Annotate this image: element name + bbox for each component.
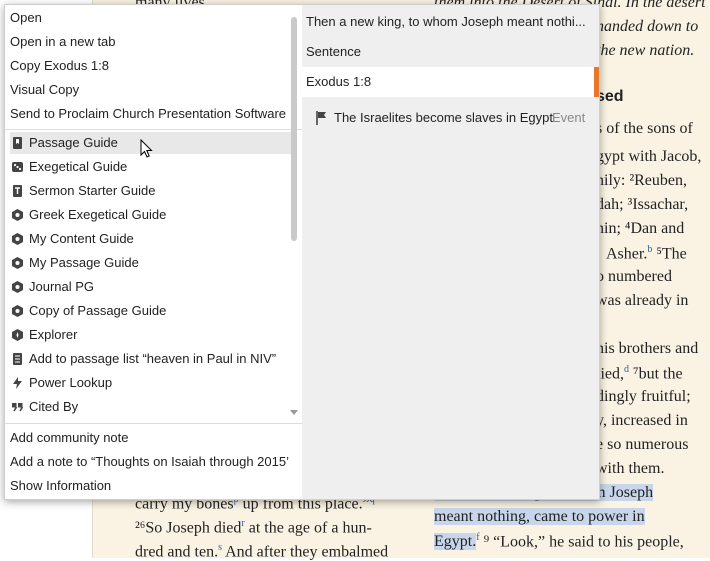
guide-hex-icon	[12, 257, 23, 269]
highlighted-verse-line[interactable]: meant nothing, came to power in	[434, 508, 645, 526]
quote-icon	[12, 403, 23, 412]
menu-item-show-information[interactable]: Show Information	[10, 475, 294, 497]
mouse-cursor-icon	[140, 139, 153, 158]
guide-hex-icon	[12, 209, 23, 221]
menu-left-column: Open Open in a new tab Copy Exodus 1:8 V…	[5, 5, 302, 499]
text-line: gypt with Jacob,	[596, 148, 702, 165]
menu-item-exegetical-guide[interactable]: Exegetical Guide	[10, 156, 294, 178]
menu-item-send-to-proclaim[interactable]: Send to Proclaim Church Presentation Sof…	[10, 103, 294, 125]
sentence-option[interactable]: Sentence	[302, 37, 599, 67]
menu-item-my-content-guide[interactable]: My Content Guide	[10, 228, 294, 250]
menu-item-visual-copy[interactable]: Visual Copy	[10, 79, 294, 101]
menu-item-journal-pg[interactable]: Journal PG	[10, 276, 294, 298]
menu-item-add-community-note[interactable]: Add community note	[10, 427, 294, 449]
sermon-icon	[13, 185, 22, 197]
text-line: y, increased in	[596, 412, 688, 429]
text-line: the new nation.	[596, 42, 695, 59]
menu-item-greek-exegetical-guide[interactable]: Greek Exegetical Guide	[10, 204, 294, 226]
menu-divider	[5, 423, 302, 424]
lightning-icon	[13, 377, 22, 389]
flag-icon	[316, 111, 326, 125]
menu-item-cited-by[interactable]: Cited By	[10, 396, 294, 418]
text-line: o numbered	[596, 268, 672, 285]
section-heading: sed	[596, 88, 624, 105]
scroll-down-arrow-icon[interactable]	[290, 410, 298, 415]
text-line: s of the sons of	[596, 120, 693, 137]
menu-item-add-to-passage-list[interactable]: Add to passage list “heaven in Paul in N…	[10, 348, 294, 370]
menu-item-copy-of-passage-guide[interactable]: Copy of Passage Guide	[10, 300, 294, 322]
list-icon	[13, 353, 22, 365]
menu-item-open-new-tab[interactable]: Open in a new tab	[10, 31, 294, 53]
selection-indicator	[594, 67, 599, 97]
menu-item-copy-reference[interactable]: Copy Exodus 1:8	[10, 55, 294, 77]
text-line: his brothers and	[596, 340, 699, 357]
menu-divider	[5, 129, 302, 130]
context-menu: Open Open in a new tab Copy Exodus 1:8 V…	[4, 4, 600, 500]
text-line: was already in	[596, 292, 689, 309]
text-line: handed down to	[596, 18, 699, 35]
reference-option-selected[interactable]: Exodus 1:8	[302, 67, 599, 97]
text-line: with them.	[596, 460, 665, 477]
menu-item-explorer[interactable]: Explorer	[10, 324, 294, 346]
bookmark-icon	[13, 137, 22, 149]
guide-hex-icon	[12, 281, 23, 293]
guide-hex-icon	[12, 305, 23, 317]
guide-hex-icon	[12, 233, 23, 245]
text-line: lied,d ⁷but the	[596, 364, 683, 383]
selection-text-option[interactable]: Then a new king, to whom Joseph meant no…	[302, 7, 599, 37]
text-line: dingly fruitful;	[596, 388, 691, 405]
text-line: nin; ⁴Dan and	[596, 220, 685, 237]
event-tag: Event	[552, 110, 586, 125]
menu-item-my-passage-guide[interactable]: My Passage Guide	[10, 252, 294, 274]
menu-right-column: Then a new king, to whom Joseph meant no…	[302, 5, 599, 499]
text-line: nily: ²Reuben,	[596, 172, 688, 189]
menu-scrollbar[interactable]	[291, 17, 297, 241]
menu-item-open[interactable]: Open	[10, 7, 294, 29]
text-line: dred and ten.s And after they embalmed	[135, 542, 389, 561]
text-line: e so numerous	[596, 436, 689, 453]
highlighted-verse-line[interactable]: Egypt.f ⁹ “Look,” he said to his people,	[434, 532, 684, 551]
text-line: ²⁶So Joseph diedr at the age of a hun-	[135, 518, 372, 537]
text-line: dah; ³Issachar,	[596, 196, 689, 213]
dice-icon	[12, 162, 23, 172]
text-line: Asher.b ⁵The	[606, 244, 687, 263]
menu-item-add-note[interactable]: Add a note to “Thoughts on Isaiah throug…	[10, 451, 294, 473]
menu-item-sermon-starter-guide[interactable]: Sermon Starter Guide	[10, 180, 294, 202]
menu-item-power-lookup[interactable]: Power Lookup	[10, 372, 294, 394]
explorer-icon	[12, 329, 23, 341]
